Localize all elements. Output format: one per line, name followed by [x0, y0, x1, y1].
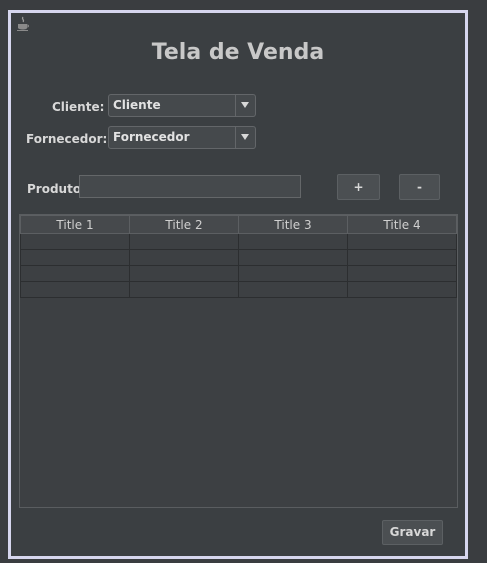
table-cell[interactable]: [347, 249, 457, 266]
products-table-scrollpane[interactable]: Title 1 Title 2 Title 3 Title 4: [19, 214, 458, 508]
cliente-combobox-value: Cliente: [113, 98, 161, 112]
table-row[interactable]: [20, 265, 457, 282]
table-cell[interactable]: [347, 233, 457, 250]
add-product-button[interactable]: +: [337, 174, 380, 200]
products-table[interactable]: Title 1 Title 2 Title 3 Title 4: [20, 215, 457, 298]
table-cell[interactable]: [20, 265, 130, 282]
column-header-title-3[interactable]: Title 3: [238, 215, 348, 234]
cliente-label: Cliente:: [52, 100, 105, 114]
fornecedor-label: Fornecedor:: [26, 132, 108, 146]
table-cell[interactable]: [129, 233, 239, 250]
column-header-title-1[interactable]: Title 1: [20, 215, 130, 234]
table-cell[interactable]: [347, 281, 457, 298]
table-row[interactable]: [20, 233, 457, 250]
table-cell[interactable]: [238, 249, 348, 266]
chevron-down-icon[interactable]: [241, 134, 249, 140]
table-cell[interactable]: [238, 265, 348, 282]
java-cup-icon: [17, 16, 29, 31]
main-window: Tela de Venda Cliente: Cliente Fornecedo…: [8, 10, 468, 559]
combobox-separator: [235, 95, 236, 116]
table-cell[interactable]: [238, 233, 348, 250]
table-cell[interactable]: [129, 249, 239, 266]
page-title: Tela de Venda: [151, 40, 325, 65]
chevron-down-icon[interactable]: [241, 102, 249, 108]
column-header-title-2[interactable]: Title 2: [129, 215, 239, 234]
cliente-combobox[interactable]: Cliente: [108, 94, 256, 117]
table-cell[interactable]: [129, 265, 239, 282]
table-header-row: Title 1 Title 2 Title 3 Title 4: [20, 215, 457, 234]
produto-input[interactable]: [79, 175, 301, 198]
produto-label: Produto: [27, 182, 82, 196]
fornecedor-combobox-value: Fornecedor: [113, 130, 190, 144]
fornecedor-combobox[interactable]: Fornecedor: [108, 126, 256, 149]
remove-product-button[interactable]: -: [399, 174, 440, 200]
table-cell[interactable]: [347, 265, 457, 282]
table-row[interactable]: [20, 249, 457, 266]
table-cell[interactable]: [238, 281, 348, 298]
table-cell[interactable]: [20, 233, 130, 250]
table-row[interactable]: [20, 281, 457, 298]
table-cell[interactable]: [20, 249, 130, 266]
table-cell[interactable]: [20, 281, 130, 298]
table-cell[interactable]: [129, 281, 239, 298]
column-header-title-4[interactable]: Title 4: [347, 215, 457, 234]
combobox-separator: [235, 127, 236, 148]
save-button[interactable]: Gravar: [382, 520, 443, 545]
